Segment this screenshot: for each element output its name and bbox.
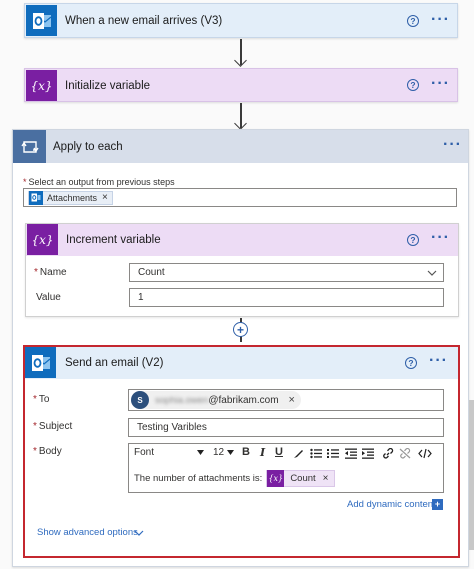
close-icon[interactable]: × (323, 473, 329, 484)
font-size-value: 12 (213, 447, 225, 458)
variable-icon: {x} (267, 469, 285, 487)
send-email-title: Send an email (V2) (65, 357, 164, 369)
code-view-icon[interactable] (418, 448, 432, 459)
unlink-icon[interactable] (399, 448, 411, 459)
variable-glyph: {x} (31, 232, 54, 247)
scrollbar-track[interactable] (469, 400, 474, 550)
outlook-icon (25, 347, 56, 378)
attachments-token[interactable]: Attachments × (28, 190, 113, 205)
apply-to-each-title: Apply to each (53, 141, 123, 153)
close-icon[interactable]: × (289, 394, 295, 406)
initialize-variable-card[interactable]: {x} Initialize variable ? ··· (24, 68, 458, 102)
link-icon[interactable] (382, 448, 394, 459)
increment-variable-card: {x} Increment variable ? ··· * Name Count… (25, 223, 459, 317)
to-field[interactable]: S sophia.owen @fabrikam.com × (128, 389, 444, 411)
formatting-toolbar: Font 12 B I U (129, 444, 443, 463)
subject-input[interactable]: Testing Varibles (128, 418, 444, 437)
avatar: S (131, 391, 149, 409)
body-editor[interactable]: Font 12 B I U The number of attachments … (128, 443, 444, 493)
font-dropdown-value: Font (134, 447, 155, 458)
trigger-title: When a new email arrives (V3) (65, 15, 223, 27)
numbered-list-icon[interactable] (327, 448, 339, 459)
bulleted-list-icon[interactable] (310, 448, 322, 459)
subject-value: Testing Varibles (137, 422, 207, 433)
apply-to-each-header[interactable]: Apply to each ··· (13, 130, 468, 163)
chevron-down-icon[interactable] (134, 530, 144, 536)
connector-arrow-icon (234, 117, 247, 130)
select-output-label: * Select an output from previous steps (23, 177, 175, 187)
help-icon[interactable]: ? (407, 79, 419, 91)
more-options-icon[interactable]: ··· (431, 12, 450, 28)
subject-label: * Subject (33, 421, 73, 432)
underline-icon[interactable]: U (275, 446, 283, 458)
caret-down-icon (197, 450, 204, 455)
value-label: Value (36, 292, 61, 303)
show-advanced-options-link[interactable]: Show advanced options (37, 527, 138, 538)
more-options-icon[interactable]: ··· (431, 76, 450, 92)
recipient-name-blurred: sophia.owen (155, 394, 209, 406)
caret-down-icon (227, 450, 234, 455)
more-options-icon[interactable]: ··· (431, 230, 450, 246)
italic-icon[interactable]: I (260, 446, 265, 459)
highlight-pen-icon[interactable] (293, 448, 304, 459)
variable-icon: {x} (26, 70, 57, 101)
help-icon[interactable]: ? (407, 234, 419, 246)
trigger-card[interactable]: When a new email arrives (V3) ? ··· (24, 3, 458, 38)
loop-icon (13, 130, 46, 163)
more-options-icon[interactable]: ··· (429, 353, 448, 369)
send-email-card: Send an email (V2) ? ··· * To S sophia.ow… (23, 345, 460, 558)
name-label: * Name (34, 267, 67, 278)
outlook-icon (26, 5, 57, 36)
variable-glyph: {x} (268, 473, 284, 483)
add-step-button[interactable]: + (233, 322, 248, 337)
help-icon[interactable]: ? (407, 15, 419, 27)
count-token-label: Count (290, 472, 316, 484)
outlook-icon (29, 190, 43, 205)
body-label: * Body (33, 446, 62, 457)
initialize-variable-title: Initialize variable (65, 80, 151, 92)
increase-indent-icon[interactable] (362, 448, 374, 459)
variable-glyph: {x} (30, 78, 53, 93)
font-dropdown[interactable]: Font (134, 447, 204, 458)
select-output-field[interactable]: Attachments × (23, 188, 457, 207)
apply-to-each-container: Apply to each ··· * Select an output from… (12, 129, 469, 567)
attachments-token-label: Attachments (47, 192, 98, 203)
close-icon[interactable]: × (102, 192, 108, 203)
name-dropdown-value: Count (138, 267, 165, 278)
name-dropdown[interactable]: Count (129, 263, 444, 282)
value-input-value: 1 (138, 292, 144, 303)
more-options-icon[interactable]: ··· (443, 137, 462, 153)
to-label: * To (33, 394, 50, 405)
bold-icon[interactable]: B (242, 446, 250, 458)
add-dynamic-content-link[interactable]: Add dynamic content (347, 499, 436, 510)
plus-glyph: + (434, 499, 441, 509)
chevron-down-icon (427, 270, 437, 276)
avatar-initial: S (137, 395, 143, 405)
plus-icon: + (236, 322, 244, 337)
decrease-indent-icon[interactable] (345, 448, 357, 459)
recipient-domain: @fabrikam.com (208, 394, 279, 406)
body-content[interactable]: The number of attachments is: {x} Count … (134, 468, 438, 488)
recipient-chip[interactable]: S sophia.owen @fabrikam.com × (131, 391, 301, 409)
add-dynamic-content-icon[interactable]: + (432, 499, 443, 510)
help-icon[interactable]: ? (405, 357, 417, 369)
increment-variable-header[interactable]: {x} Increment variable ? ··· (26, 224, 458, 256)
font-size-dropdown[interactable]: 12 (213, 447, 239, 458)
connector-arrow-icon (234, 54, 247, 67)
increment-variable-title: Increment variable (66, 234, 161, 246)
variable-icon: {x} (27, 224, 58, 255)
body-text: The number of attachments is: (134, 472, 263, 484)
send-email-header[interactable]: Send an email (V2) ? ··· (25, 347, 458, 379)
count-token[interactable]: {x} Count × (266, 469, 335, 487)
value-input[interactable]: 1 (129, 288, 444, 307)
